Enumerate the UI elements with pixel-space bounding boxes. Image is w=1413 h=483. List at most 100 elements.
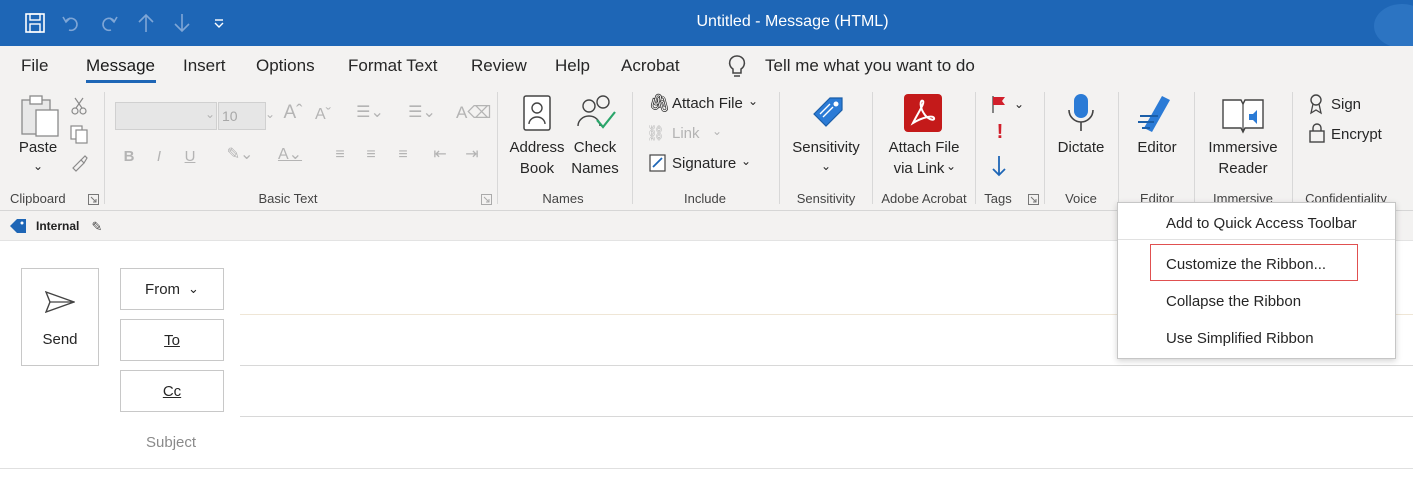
immersive-reader-label-2[interactable]: Reader bbox=[1200, 158, 1286, 179]
to-field-line[interactable] bbox=[240, 365, 1413, 366]
tab-message[interactable]: Message bbox=[86, 56, 155, 76]
menu-separator bbox=[1118, 239, 1395, 240]
paste-dropdown-icon[interactable]: ⌄ bbox=[28, 156, 48, 177]
font-color-icon[interactable]: A⌄ bbox=[268, 144, 312, 165]
increase-indent-icon[interactable]: ⇥ bbox=[460, 144, 484, 165]
align-right-icon[interactable]: ≡ bbox=[391, 144, 415, 165]
cc-button[interactable]: Cc bbox=[120, 370, 224, 412]
to-label: To bbox=[164, 331, 180, 349]
address-book-label-1[interactable]: Address bbox=[506, 137, 568, 158]
send-arrow-icon bbox=[45, 291, 75, 313]
immersive-reader-icon[interactable] bbox=[1221, 94, 1265, 136]
signature-icon[interactable] bbox=[648, 153, 668, 173]
tab-file[interactable]: File bbox=[21, 56, 48, 76]
address-book-label-2[interactable]: Book bbox=[506, 158, 568, 179]
underline-icon[interactable]: U bbox=[181, 146, 199, 167]
tab-insert[interactable]: Insert bbox=[183, 56, 226, 76]
menu-bar: File Message Insert Options Format Text … bbox=[0, 46, 1413, 86]
separator bbox=[104, 92, 105, 204]
sensitivity-button[interactable]: Sensitivity bbox=[786, 137, 866, 158]
profile-avatar[interactable] bbox=[1374, 4, 1413, 48]
copy-icon[interactable] bbox=[69, 124, 89, 144]
bold-icon[interactable]: B bbox=[120, 146, 138, 167]
clipboard-launcher-icon[interactable] bbox=[88, 194, 99, 205]
font-name-dropdown-icon[interactable]: ⌄ bbox=[204, 104, 216, 125]
group-label-include: Include bbox=[684, 191, 726, 206]
tab-format-text[interactable]: Format Text bbox=[348, 56, 437, 76]
sensitivity-icon[interactable] bbox=[808, 92, 848, 132]
paste-icon[interactable] bbox=[18, 94, 62, 138]
check-names-label-2[interactable]: Names bbox=[566, 158, 624, 179]
link-icon[interactable]: ⛓ bbox=[646, 123, 668, 144]
address-book-icon[interactable] bbox=[521, 94, 553, 132]
dictate-button[interactable]: Dictate bbox=[1050, 137, 1112, 158]
basic-text-launcher-icon[interactable] bbox=[481, 194, 492, 205]
attach-via-link-dropdown-icon[interactable]: ⌄ bbox=[945, 156, 957, 177]
cut-icon[interactable] bbox=[70, 96, 88, 116]
tab-help[interactable]: Help bbox=[555, 56, 590, 76]
menu-item-add-to-quick-access[interactable]: Add to Quick Access Toolbar bbox=[1166, 215, 1357, 232]
follow-up-flag-icon[interactable] bbox=[990, 94, 1010, 114]
editor-button[interactable]: Editor bbox=[1124, 137, 1190, 158]
tab-review[interactable]: Review bbox=[471, 56, 527, 76]
microphone-icon[interactable] bbox=[1066, 92, 1096, 134]
to-button[interactable]: To bbox=[120, 319, 224, 361]
high-importance-icon[interactable]: ! bbox=[990, 122, 1010, 143]
subject-label: Subject bbox=[146, 434, 197, 451]
lock-icon[interactable] bbox=[1308, 122, 1326, 144]
separator bbox=[497, 92, 498, 204]
acrobat-pdf-icon[interactable] bbox=[903, 93, 943, 133]
signature-dropdown-icon[interactable]: ⌄ bbox=[741, 151, 753, 172]
font-name-box[interactable] bbox=[115, 102, 217, 130]
shrink-font-icon[interactable]: Aˇ bbox=[312, 104, 334, 125]
from-button[interactable]: From ⌄ bbox=[120, 268, 224, 310]
separator bbox=[1044, 92, 1045, 204]
bullets-icon[interactable]: ☰⌄ bbox=[350, 102, 390, 123]
editor-pen-icon[interactable] bbox=[1136, 92, 1178, 134]
menu-item-simplified-ribbon[interactable]: Use Simplified Ribbon bbox=[1166, 330, 1314, 347]
check-names-icon[interactable] bbox=[575, 92, 617, 134]
attach-file-dropdown-icon[interactable]: ⌄ bbox=[748, 91, 760, 112]
link-button[interactable]: Link bbox=[672, 123, 712, 144]
immersive-reader-label-1[interactable]: Immersive bbox=[1200, 137, 1286, 158]
active-tab-indicator bbox=[86, 80, 156, 83]
highlight-icon[interactable]: ✎⌄ bbox=[218, 144, 262, 165]
sign-button[interactable]: Sign bbox=[1331, 94, 1391, 115]
title-bar: Untitled - Message (HTML) bbox=[0, 0, 1413, 48]
tags-launcher-icon[interactable] bbox=[1028, 194, 1039, 205]
paste-label[interactable]: Paste bbox=[14, 137, 62, 158]
menu-item-collapse-ribbon[interactable]: Collapse the Ribbon bbox=[1166, 293, 1301, 310]
decrease-indent-icon[interactable]: ⇤ bbox=[428, 144, 452, 165]
separator bbox=[975, 92, 976, 204]
flag-dropdown-icon[interactable]: ⌄ bbox=[1013, 94, 1025, 115]
cc-label: Cc bbox=[162, 382, 182, 400]
italic-icon[interactable]: I bbox=[150, 146, 168, 167]
low-importance-icon[interactable] bbox=[990, 154, 1008, 178]
grow-font-icon[interactable]: Aˆ bbox=[282, 102, 304, 123]
tell-me-search[interactable]: Tell me what you want to do bbox=[765, 56, 975, 76]
numbering-icon[interactable]: ☰⌄ bbox=[402, 102, 442, 123]
attach-via-link-label-1[interactable]: Attach File bbox=[878, 137, 970, 158]
sensitivity-label[interactable]: Internal bbox=[36, 219, 79, 233]
tab-options[interactable]: Options bbox=[256, 56, 315, 76]
tab-acrobat[interactable]: Acrobat bbox=[621, 56, 680, 76]
sign-ribbon-icon[interactable] bbox=[1308, 93, 1324, 115]
font-size-dropdown-icon[interactable]: ⌄ bbox=[264, 104, 276, 125]
cc-field-line[interactable] bbox=[240, 416, 1413, 417]
paperclip-icon[interactable]: 🖇 bbox=[648, 93, 671, 114]
encrypt-button[interactable]: Encrypt bbox=[1331, 124, 1411, 145]
send-button[interactable]: Send bbox=[21, 268, 99, 366]
align-left-icon[interactable]: ≡ bbox=[328, 144, 352, 165]
edit-pencil-icon[interactable]: ✎ bbox=[89, 216, 105, 237]
link-dropdown-icon[interactable]: ⌄ bbox=[712, 121, 724, 142]
sensitivity-dropdown-icon[interactable]: ⌄ bbox=[816, 156, 836, 177]
menu-item-customize-ribbon[interactable]: Customize the Ribbon... bbox=[1166, 256, 1326, 273]
align-center-icon[interactable]: ≡ bbox=[359, 144, 383, 165]
window-title: Untitled - Message (HTML) bbox=[696, 13, 889, 30]
font-size-box[interactable]: 10 bbox=[218, 102, 266, 130]
subject-field-line[interactable] bbox=[0, 468, 1413, 469]
clear-formatting-icon[interactable]: A⌫ bbox=[456, 102, 491, 123]
group-label-voice: Voice bbox=[1065, 191, 1097, 206]
format-painter-icon[interactable] bbox=[69, 154, 89, 174]
check-names-label-1[interactable]: Check bbox=[566, 137, 624, 158]
